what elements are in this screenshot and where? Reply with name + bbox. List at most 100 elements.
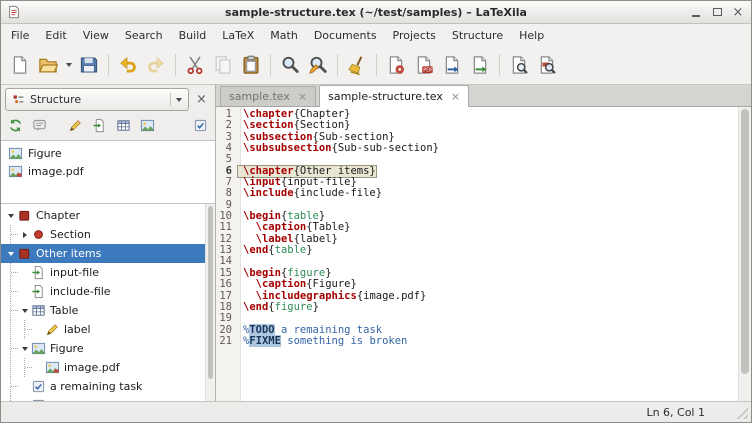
paste-icon: [241, 55, 261, 75]
menu-math[interactable]: Math: [262, 26, 306, 45]
chevron-down-icon: [176, 98, 182, 102]
tree-scrollbar[interactable]: [205, 204, 215, 401]
open-recent-dropdown-button[interactable]: [63, 52, 74, 78]
tree-item-figure[interactable]: Figure: [1, 339, 215, 358]
expander-icon[interactable]: [4, 244, 17, 263]
chapter-icon: [17, 208, 32, 223]
tab-sample-tex[interactable]: sample.tex×: [220, 86, 316, 106]
tree-guide: [4, 320, 18, 339]
tab-close-icon[interactable]: ×: [298, 91, 307, 102]
expander-spacer: [32, 358, 45, 377]
tree-guide: [4, 263, 18, 282]
tab-close-icon[interactable]: ×: [451, 91, 460, 102]
editor-area: sample.tex×sample-structure.tex× 1\chapt…: [216, 85, 751, 401]
tree-guide: [4, 225, 18, 244]
find-button[interactable]: [277, 52, 303, 78]
dvi-to-pdf-button[interactable]: [439, 52, 465, 78]
editor-scrollbar-thumb[interactable]: [741, 109, 749, 374]
close-button[interactable]: [731, 5, 745, 19]
clean-button[interactable]: [344, 52, 370, 78]
tree-item-label: image.pdf: [64, 361, 120, 374]
view-pdf-button[interactable]: [534, 52, 560, 78]
show-labels-button[interactable]: [65, 115, 86, 136]
paste-button[interactable]: [238, 52, 264, 78]
tab-sample-structure-tex[interactable]: sample-structure.tex×: [319, 85, 469, 107]
line-number: 16: [216, 279, 238, 290]
menu-latex[interactable]: LaTeX: [214, 26, 262, 45]
tree-item-label: Figure: [50, 342, 84, 355]
tree-item-input-file[interactable]: input-file: [1, 263, 215, 282]
tab-bar: sample.tex×sample-structure.tex×: [216, 85, 751, 107]
tree-scrollbar-thumb[interactable]: [208, 206, 213, 379]
tree-item-other-items[interactable]: Other items: [1, 244, 215, 263]
window-controls: [689, 5, 745, 19]
tree-item-chapter[interactable]: Chapter: [1, 206, 215, 225]
close-icon: ×: [196, 92, 207, 107]
view-dvi-button[interactable]: [506, 52, 532, 78]
tree-item-include-file[interactable]: include-file: [1, 282, 215, 301]
menu-build[interactable]: Build: [171, 26, 215, 45]
tree-item-label: Table: [50, 304, 78, 317]
copy-button[interactable]: [210, 52, 236, 78]
show-comments-button[interactable]: [29, 115, 50, 136]
resize-grip[interactable]: [736, 407, 748, 419]
menu-edit[interactable]: Edit: [37, 26, 74, 45]
list-item-image-pdf[interactable]: image.pdf: [1, 162, 215, 180]
expander-icon[interactable]: [18, 339, 31, 358]
code-segment: \subsubsection: [243, 142, 332, 154]
open-folder-button[interactable]: [35, 52, 61, 78]
main-area: Structure × Figureimage.pdf ChapterSecti…: [1, 85, 751, 401]
menu-structure[interactable]: Structure: [444, 26, 511, 45]
menu-documents[interactable]: Documents: [306, 26, 385, 45]
tree-item-label: label: [64, 323, 91, 336]
expander-icon[interactable]: [18, 225, 31, 244]
list-item-figure[interactable]: Figure: [1, 144, 215, 162]
cut-button[interactable]: [182, 52, 208, 78]
menu-file[interactable]: File: [3, 26, 37, 45]
compile-latex-button[interactable]: [383, 52, 409, 78]
tree-item-label[interactable]: label: [1, 320, 215, 339]
clean-icon: [347, 55, 367, 75]
tree-item-image-pdf[interactable]: image.pdf: [1, 358, 215, 377]
code-segment: {label}: [294, 233, 338, 245]
todo-icon: [193, 118, 208, 133]
show-figures-button[interactable]: [137, 115, 158, 136]
tree-item-table[interactable]: Table: [1, 301, 215, 320]
compile-pdflatex-button[interactable]: PDF: [411, 52, 437, 78]
code-segment: \includegraphics: [256, 290, 357, 302]
tree-item-label: include-file: [50, 285, 111, 298]
code-segment: figure: [287, 267, 325, 279]
show-includes-button[interactable]: [89, 115, 110, 136]
menu-view[interactable]: View: [75, 26, 117, 45]
show-todos-button[interactable]: [190, 115, 211, 136]
new-document-button[interactable]: [7, 52, 33, 78]
tree-item-a-remaining-task[interactable]: a remaining task: [1, 377, 215, 396]
editor-text-area[interactable]: 1\chapter{Chapter}2\section{Section}3\su…: [216, 107, 751, 401]
refresh-button[interactable]: [5, 115, 26, 136]
show-tables-button[interactable]: [113, 115, 134, 136]
expander-icon[interactable]: [4, 206, 17, 225]
menu-projects[interactable]: Projects: [385, 26, 444, 45]
structure-toolbar: [1, 114, 215, 140]
tree-item-label: Chapter: [36, 209, 80, 222]
menu-search[interactable]: Search: [117, 26, 171, 45]
find-replace-button[interactable]: [305, 52, 331, 78]
structure-top-list: Figureimage.pdf: [1, 140, 215, 204]
dvi-to-ps-button[interactable]: [467, 52, 493, 78]
save-button[interactable]: [76, 52, 102, 78]
panel-close-button[interactable]: ×: [192, 90, 211, 109]
code-segment: table: [287, 210, 319, 222]
redo-button[interactable]: [143, 52, 169, 78]
line-number: 21: [216, 336, 238, 347]
menu-help[interactable]: Help: [511, 26, 552, 45]
expander-icon[interactable]: [18, 301, 31, 320]
maximize-button[interactable]: [710, 5, 724, 19]
code-segment: {Sub-sub-section}: [332, 142, 439, 154]
tree-item-section[interactable]: Section: [1, 225, 215, 244]
minimize-button[interactable]: [689, 5, 703, 19]
editor-scrollbar[interactable]: [738, 107, 751, 401]
code-segment: TODO: [249, 324, 274, 336]
panel-selector-dropdown[interactable]: Structure: [5, 88, 189, 111]
undo-button[interactable]: [115, 52, 141, 78]
expander-spacer: [18, 282, 31, 301]
